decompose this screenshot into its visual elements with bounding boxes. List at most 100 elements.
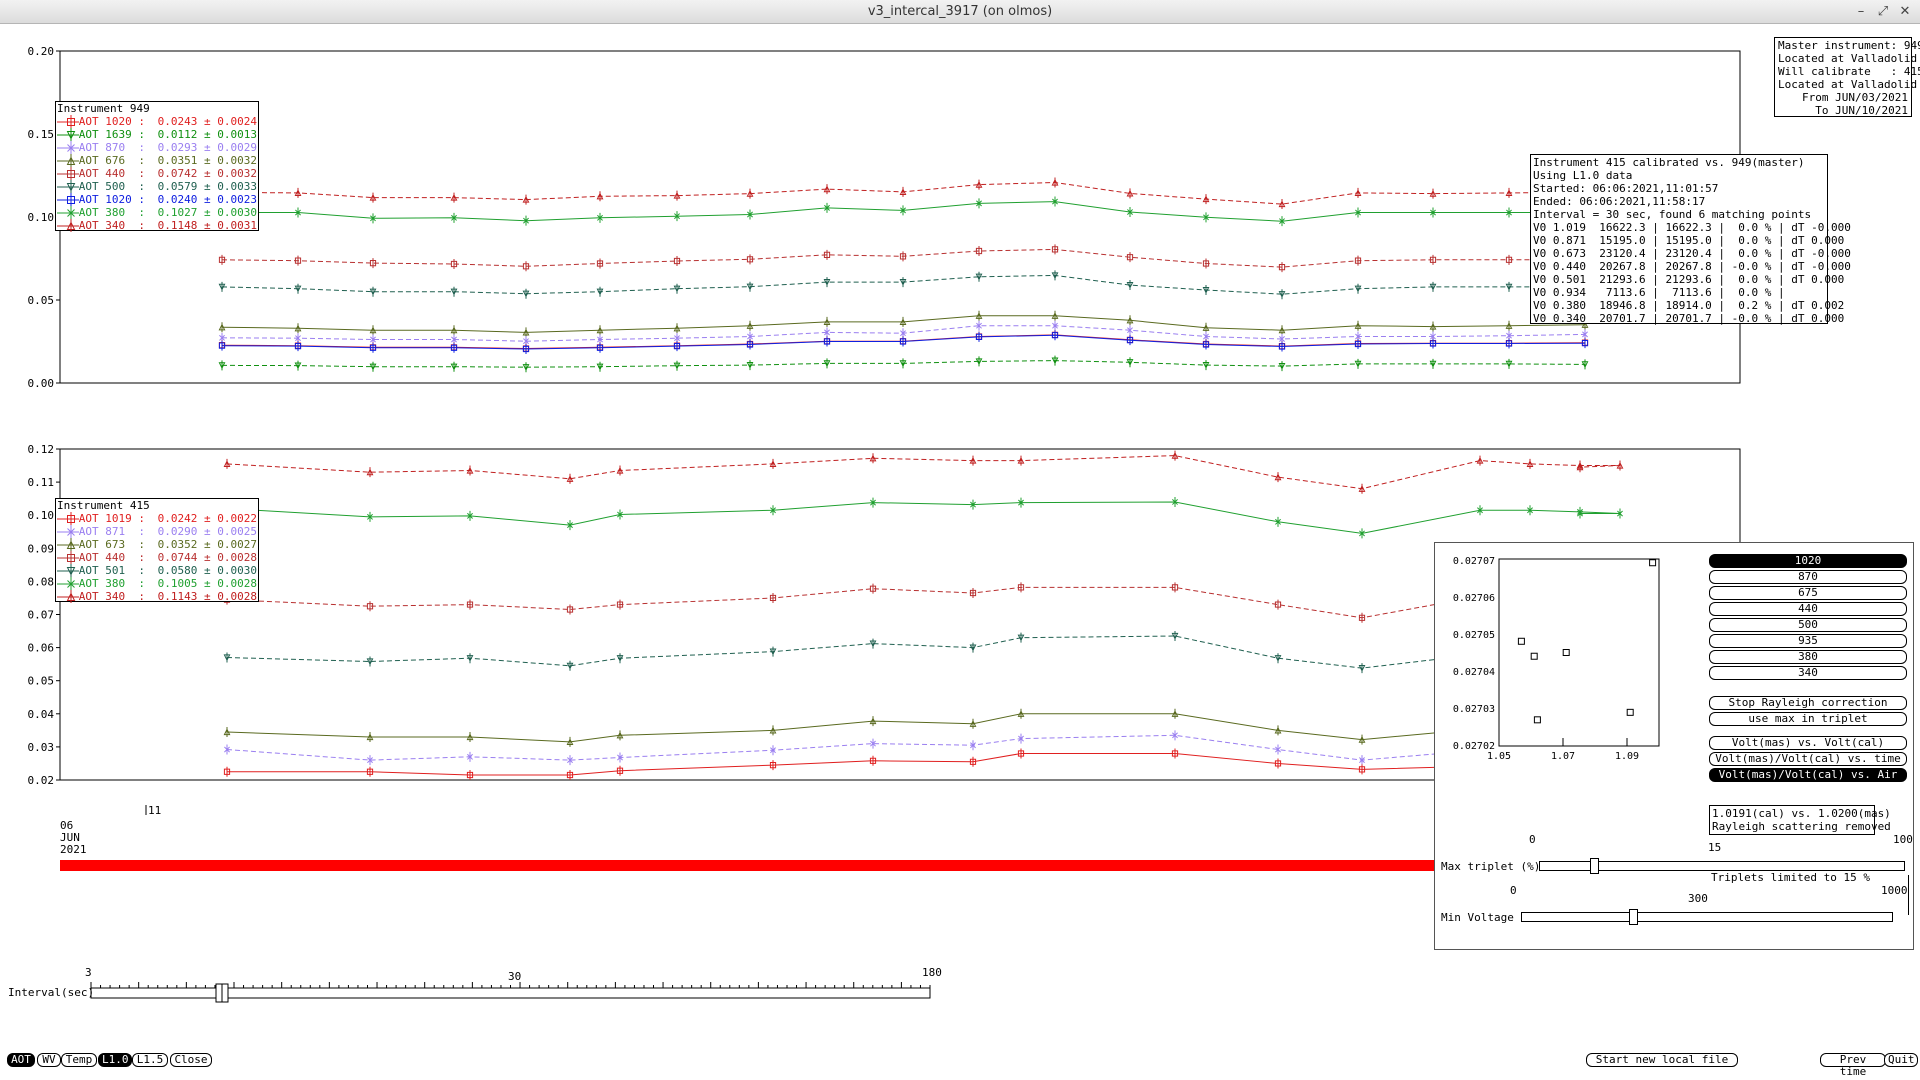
bottom-button-l10[interactable]: L1.0 [98,1053,132,1067]
calib-info-line: Interval = 30 sec, found 6 matching poin… [1533,208,1812,221]
wavelength-button-935[interactable]: 935 [1709,634,1907,648]
legend-value: 0.0352 ± 0.0027 [151,538,257,551]
legend-symbol [57,193,79,206]
min-voltage-slider-thumb[interactable] [1628,909,1638,925]
legend-symbol [57,512,79,525]
scatter-y-tick-label: 0.02705 [1453,630,1495,641]
prev-time-button[interactable]: Prev time [1820,1053,1886,1078]
legend-symbol [57,154,79,167]
calib-info-line: V0 0.673 23120.4 | 23120.4 | 0.0 % | dT … [1533,247,1851,260]
y-tick-label: 0.04 [28,708,55,721]
legend-item: AOT 380 : 0.1005 ± 0.0028 [57,577,257,590]
start-new-local-file-button[interactable]: Start new local file [1586,1053,1738,1067]
y-tick-label: 0.07 [28,609,55,622]
master-info-line: From JUN/03/2021 [1802,91,1908,104]
series-line-3 [226,635,1620,669]
master-info-line: To JUN/10/2021 [1815,104,1908,117]
wavelength-button-440[interactable]: 440 [1709,602,1907,616]
scatter-point [1562,649,1570,656]
wavelength-button-1020[interactable]: 1020 [1709,554,1907,568]
wavelength-button-675[interactable]: 675 [1709,586,1907,600]
action-button-1[interactable]: use max in triplet [1709,712,1907,726]
legend-label: AOT 380 : [78,577,146,590]
bottom-button-wv[interactable]: WV [37,1053,61,1067]
chart-frame-0 [59,50,1741,384]
master-info-line: Will calibrate : 415 [1778,65,1920,78]
time-axis: 1106JUN2021 [60,804,1440,871]
min-voltage-label: Min Voltage [1441,911,1514,924]
scatter-x-tick-label: 1.09 [1615,751,1639,762]
y-tick-label: 0.05 [28,675,55,688]
legend-item: AOT 676 : 0.0351 ± 0.0032 [57,154,257,167]
max-triplet-slider-thumb[interactable] [1589,858,1599,874]
wavelength-button-380[interactable]: 380 [1709,650,1907,664]
legend-value: 0.0293 ± 0.0029 [151,141,257,154]
y-tick-label: 0.05 [28,294,55,307]
interval-tick-label: 180 [922,966,942,979]
max-triplet-value-label: 15 [1708,841,1722,854]
legend-symbol [57,577,79,590]
bottom-button-aot[interactable]: AOT [7,1053,35,1067]
calib-info-line: Using L1.0 data [1533,169,1633,182]
max-triplet-label: Max triplet (%) [1441,860,1541,873]
bottom-button-l15[interactable]: L1.5 [132,1053,168,1067]
interval-slider-label: Interval(sec) [8,986,94,999]
legend-symbol [57,128,79,141]
legend-item: AOT 440 : 0.0742 ± 0.0032 [57,167,257,180]
legend-symbol [57,115,79,128]
legend-value: 0.0242 ± 0.0022 [151,512,257,525]
legend-item: AOT 1639 : 0.0112 ± 0.0013 [57,128,257,141]
scatter-y-tick-label: 0.02704 [1453,667,1495,678]
legend-symbol [57,206,79,219]
legend-label: AOT 500 : [78,180,146,193]
min-voltage-slider[interactable] [1521,912,1893,922]
action-button-0[interactable]: Stop Rayleigh correction [1709,696,1907,710]
wavelength-button-340[interactable]: 340 [1709,666,1907,680]
y-tick-label: 0.03 [28,741,55,754]
series-line-4 [226,713,1620,743]
close-icon[interactable]: ✕ [1896,3,1914,21]
wavelength-button-870[interactable]: 870 [1709,570,1907,584]
legend-label: AOT 340 : [78,219,146,232]
plot-mode-button-2[interactable]: Volt(mas)/Volt(cal) vs. Air Mass [1709,768,1907,793]
series-line-0 [226,455,1621,490]
legend-value: 0.0579 ± 0.0033 [151,180,257,193]
y-tick-label: 0.10 [28,211,55,224]
plot-mode-button-0[interactable]: Volt(mas) vs. Volt(cal) [1709,736,1907,750]
series-line-6 [227,753,1620,776]
legend-label: AOT 1020 : [78,193,146,206]
series-line-1 [226,501,1621,534]
y-tick-label: 0.00 [28,377,55,390]
window-title: v3_intercal_3917 (on olmos) [867,4,1053,19]
calib-info-line: V0 1.019 16622.3 | 16622.3 | 0.0 % | dT … [1533,221,1851,234]
legend-label: AOT 676 : [78,154,146,167]
legend-value: 0.1005 ± 0.0028 [151,577,257,590]
minimize-icon[interactable]: – [1852,3,1870,21]
bottom-button-temp[interactable]: Temp [61,1053,97,1067]
calib-info-line: Started: 06:06:2021,11:01:57 [1533,182,1719,195]
window-titlebar: v3_intercal_3917 (on olmos) – ⤢ ✕ [0,0,1920,24]
status-box: 1.0191(cal) vs. 1.0200(mas) Rayleigh sca… [1709,805,1891,835]
plot-mode-button-1[interactable]: Volt(mas)/Volt(cal) vs. time [1709,752,1907,766]
legend-label: AOT 870 : [78,141,146,154]
calib-info-line: V0 0.440 20267.8 | 20267.8 | -0.0 % | dT… [1533,260,1851,273]
restore-icon[interactable]: ⤢ [1874,3,1892,21]
series-line-5 [226,734,1620,761]
scatter-y-tick-label: 0.02707 [1453,556,1495,567]
panel-divider [1908,875,1909,915]
y-tick-label: 0.10 [28,509,55,522]
min-voltage-value-label: 300 [1688,892,1708,905]
legend-value: 0.0580 ± 0.0030 [151,564,257,577]
legend-item: AOT 673 : 0.0352 ± 0.0027 [57,538,257,551]
wavelength-button-500[interactable]: 500 [1709,618,1907,632]
scatter-y-tick-label: 0.02703 [1453,704,1495,715]
quit-button[interactable]: Quit [1884,1053,1918,1067]
legend-item: AOT 870 : 0.0293 ± 0.0029 [57,141,257,154]
legend-header: Instrument 415 [57,499,150,512]
bottom-button-close[interactable]: Close [170,1053,212,1067]
legend-symbol [57,219,79,232]
legend-item: AOT 440 : 0.0744 ± 0.0028 [57,551,257,564]
interval-tick-label: 30 [508,970,521,983]
legend-label: AOT 440 : [78,167,146,180]
scatter-point [1517,637,1525,645]
